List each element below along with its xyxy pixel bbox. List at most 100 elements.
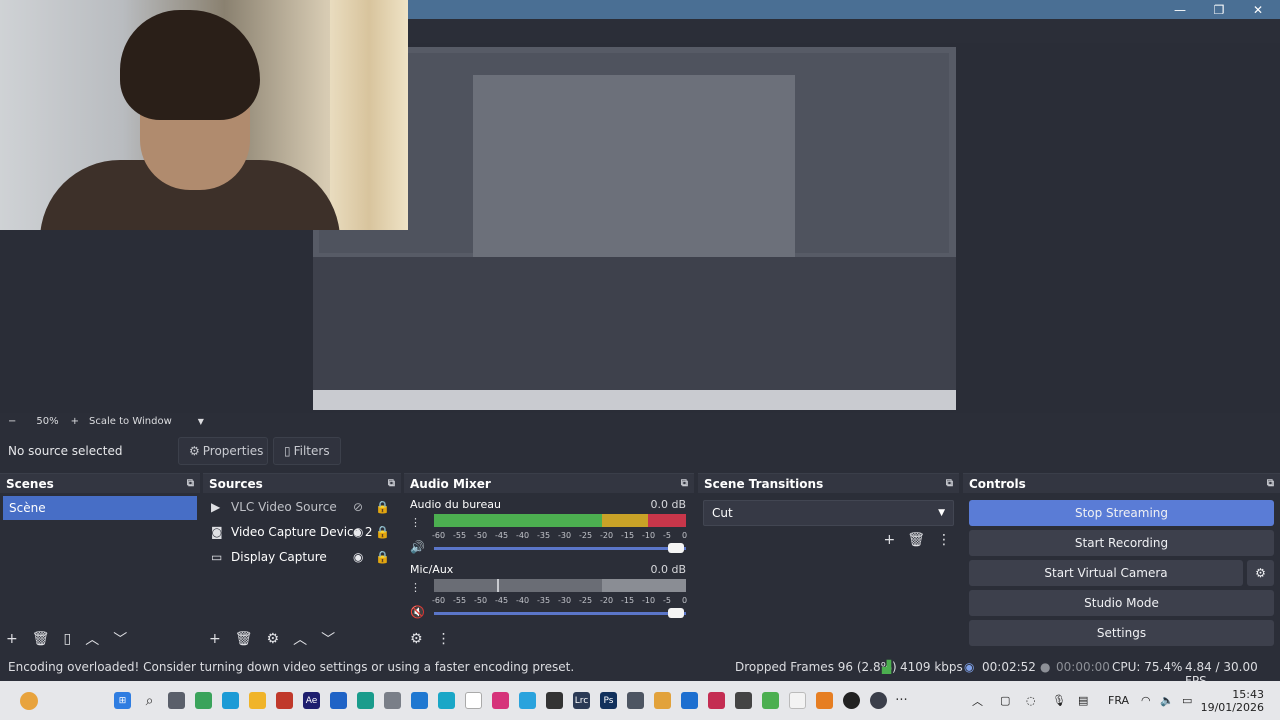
undock-icon[interactable]: ⧉ bbox=[681, 478, 688, 489]
filters-button[interactable]: ▯ Filters bbox=[273, 437, 341, 465]
instagram-icon[interactable] bbox=[492, 692, 509, 709]
menu-dots-icon[interactable]: ⋮ bbox=[410, 581, 421, 594]
zoom-out-button[interactable]: − bbox=[8, 416, 16, 427]
menu-dots-icon[interactable]: ⋮ bbox=[410, 516, 421, 529]
undock-icon[interactable]: ⧉ bbox=[187, 478, 194, 489]
virtual-camera-settings-button[interactable]: ⚙ bbox=[1247, 560, 1274, 586]
volume-fader-handle[interactable] bbox=[668, 608, 684, 618]
trash-icon[interactable]: 🗑 bbox=[32, 631, 50, 647]
app-icon[interactable] bbox=[384, 692, 401, 709]
menu-dots-icon[interactable]: ⋮ bbox=[437, 631, 451, 647]
tick-label: -5 bbox=[663, 531, 671, 540]
tray-app-icon[interactable]: ▢ bbox=[1000, 681, 1010, 720]
menu-dots-icon[interactable]: ⋮ bbox=[937, 532, 951, 548]
undock-icon[interactable]: ⧉ bbox=[946, 478, 953, 489]
battery-icon[interactable]: ▭ bbox=[1182, 681, 1192, 720]
close-button[interactable]: ✕ bbox=[1238, 0, 1278, 19]
move-down-icon[interactable]: ﹀ bbox=[113, 629, 127, 649]
telegram-icon[interactable] bbox=[519, 692, 536, 709]
edge-icon[interactable] bbox=[357, 692, 374, 709]
photoshop-icon[interactable]: Ps bbox=[600, 692, 617, 709]
lock-icon[interactable]: 🔒 bbox=[375, 500, 390, 514]
preview-canvas[interactable] bbox=[313, 47, 956, 410]
start-virtual-camera-button[interactable]: Start Virtual Camera bbox=[969, 560, 1243, 586]
undock-icon[interactable]: ⧉ bbox=[1267, 478, 1274, 489]
volume-fader[interactable] bbox=[434, 547, 686, 550]
filter-icon[interactable]: ▯ bbox=[64, 631, 72, 647]
volume-fader[interactable] bbox=[434, 612, 686, 615]
lightroom-icon[interactable]: Lrc bbox=[573, 692, 590, 709]
curtain bbox=[330, 0, 408, 230]
volume-fader-handle[interactable] bbox=[668, 543, 684, 553]
more-icon[interactable]: ··· bbox=[893, 692, 910, 709]
language-indicator[interactable]: FRA bbox=[1108, 681, 1129, 720]
task-view-icon[interactable] bbox=[168, 692, 185, 709]
eye-icon[interactable]: ◉ bbox=[353, 525, 363, 539]
lock-icon[interactable]: 🔒 bbox=[375, 525, 390, 539]
app-icon[interactable] bbox=[276, 692, 293, 709]
trash-icon[interactable]: 🗑 bbox=[235, 631, 253, 647]
wifi-icon[interactable]: ◠ bbox=[1141, 681, 1151, 720]
move-up-icon[interactable]: ︿ bbox=[293, 629, 307, 649]
app-icon[interactable] bbox=[222, 692, 239, 709]
source-item-display-capture[interactable]: ▭ Display Capture ◉ 🔒 bbox=[203, 544, 401, 569]
zoom-in-button[interactable]: + bbox=[71, 416, 79, 427]
notepad-icon[interactable] bbox=[789, 692, 806, 709]
tray-app-icon[interactable]: ▤ bbox=[1078, 681, 1088, 720]
speaker-muted-icon[interactable]: 🔇 bbox=[410, 605, 425, 619]
lock-icon[interactable]: 🔒 bbox=[375, 550, 390, 564]
zoom-icon[interactable] bbox=[681, 692, 698, 709]
search-icon[interactable]: ⌕ bbox=[141, 692, 158, 709]
source-item-video-capture[interactable]: ◙ Video Capture Device 2 ◉ 🔒 bbox=[203, 519, 401, 544]
settings-button[interactable]: Settings bbox=[969, 620, 1274, 646]
source-item-vlc[interactable]: ▶ VLC Video Source ⊘ 🔒 bbox=[203, 494, 401, 519]
stop-streaming-button[interactable]: Stop Streaming bbox=[969, 500, 1274, 526]
mic-icon[interactable]: 🎙 bbox=[1052, 681, 1066, 720]
scene-item[interactable]: Scène bbox=[3, 496, 197, 520]
add-icon[interactable]: + bbox=[209, 631, 221, 647]
gear-icon[interactable]: ⚙ bbox=[410, 631, 423, 647]
start-recording-button[interactable]: Start Recording bbox=[969, 530, 1274, 556]
move-down-icon[interactable]: ﹀ bbox=[321, 629, 335, 649]
eye-icon[interactable]: ◉ bbox=[353, 550, 363, 564]
minimize-button[interactable]: — bbox=[1160, 0, 1200, 19]
app-icon[interactable] bbox=[330, 692, 347, 709]
vscode-icon[interactable] bbox=[411, 692, 428, 709]
move-up-icon[interactable]: ︿ bbox=[85, 629, 99, 649]
obs-icon[interactable] bbox=[870, 692, 887, 709]
app-icon[interactable] bbox=[438, 692, 455, 709]
undock-icon[interactable]: ⧉ bbox=[388, 478, 395, 489]
maximize-button[interactable]: ❐ bbox=[1199, 0, 1239, 19]
vlc-icon[interactable] bbox=[816, 692, 833, 709]
scenes-footer: + 🗑 ▯ ︿ ﹀ bbox=[0, 627, 200, 651]
studio-mode-button[interactable]: Studio Mode bbox=[969, 590, 1274, 616]
scale-mode-select[interactable]: Scale to Window bbox=[89, 416, 172, 427]
gear-icon[interactable]: ⚙ bbox=[267, 631, 280, 647]
trash-icon[interactable]: 🗑 bbox=[907, 532, 925, 548]
chevron-down-icon[interactable]: ▼ bbox=[198, 417, 204, 426]
windows-start-icon[interactable]: ⊞ bbox=[114, 692, 131, 709]
clock[interactable]: 15:43 19/01/2026 bbox=[1201, 681, 1264, 720]
app-icon[interactable] bbox=[843, 692, 860, 709]
app-icon[interactable] bbox=[708, 692, 725, 709]
properties-button[interactable]: ⚙ Properties bbox=[178, 437, 268, 465]
app-icon[interactable] bbox=[195, 692, 212, 709]
add-icon[interactable]: + bbox=[6, 631, 18, 647]
weather-icon[interactable] bbox=[20, 692, 38, 710]
speaker-icon[interactable]: 🔊 bbox=[410, 540, 425, 554]
app-icon[interactable] bbox=[654, 692, 671, 709]
app-icon[interactable] bbox=[546, 692, 563, 709]
add-icon[interactable]: + bbox=[883, 532, 895, 548]
folder-icon[interactable] bbox=[249, 692, 266, 709]
after-effects-icon[interactable]: Ae bbox=[303, 692, 320, 709]
chatgpt-icon[interactable] bbox=[735, 692, 752, 709]
app-icon[interactable] bbox=[465, 692, 482, 709]
tray-chevron-icon[interactable]: ︿ bbox=[972, 681, 983, 720]
tray-app-icon[interactable]: ◌ bbox=[1026, 681, 1036, 720]
eye-hidden-icon[interactable]: ⊘ bbox=[353, 500, 363, 514]
transition-select[interactable]: Cut ▼ bbox=[703, 500, 954, 526]
app-icon[interactable] bbox=[762, 692, 779, 709]
volume-icon[interactable]: 🔈 bbox=[1160, 681, 1174, 720]
app-icon[interactable] bbox=[627, 692, 644, 709]
source-label: Video Capture Device 2 bbox=[231, 524, 373, 539]
